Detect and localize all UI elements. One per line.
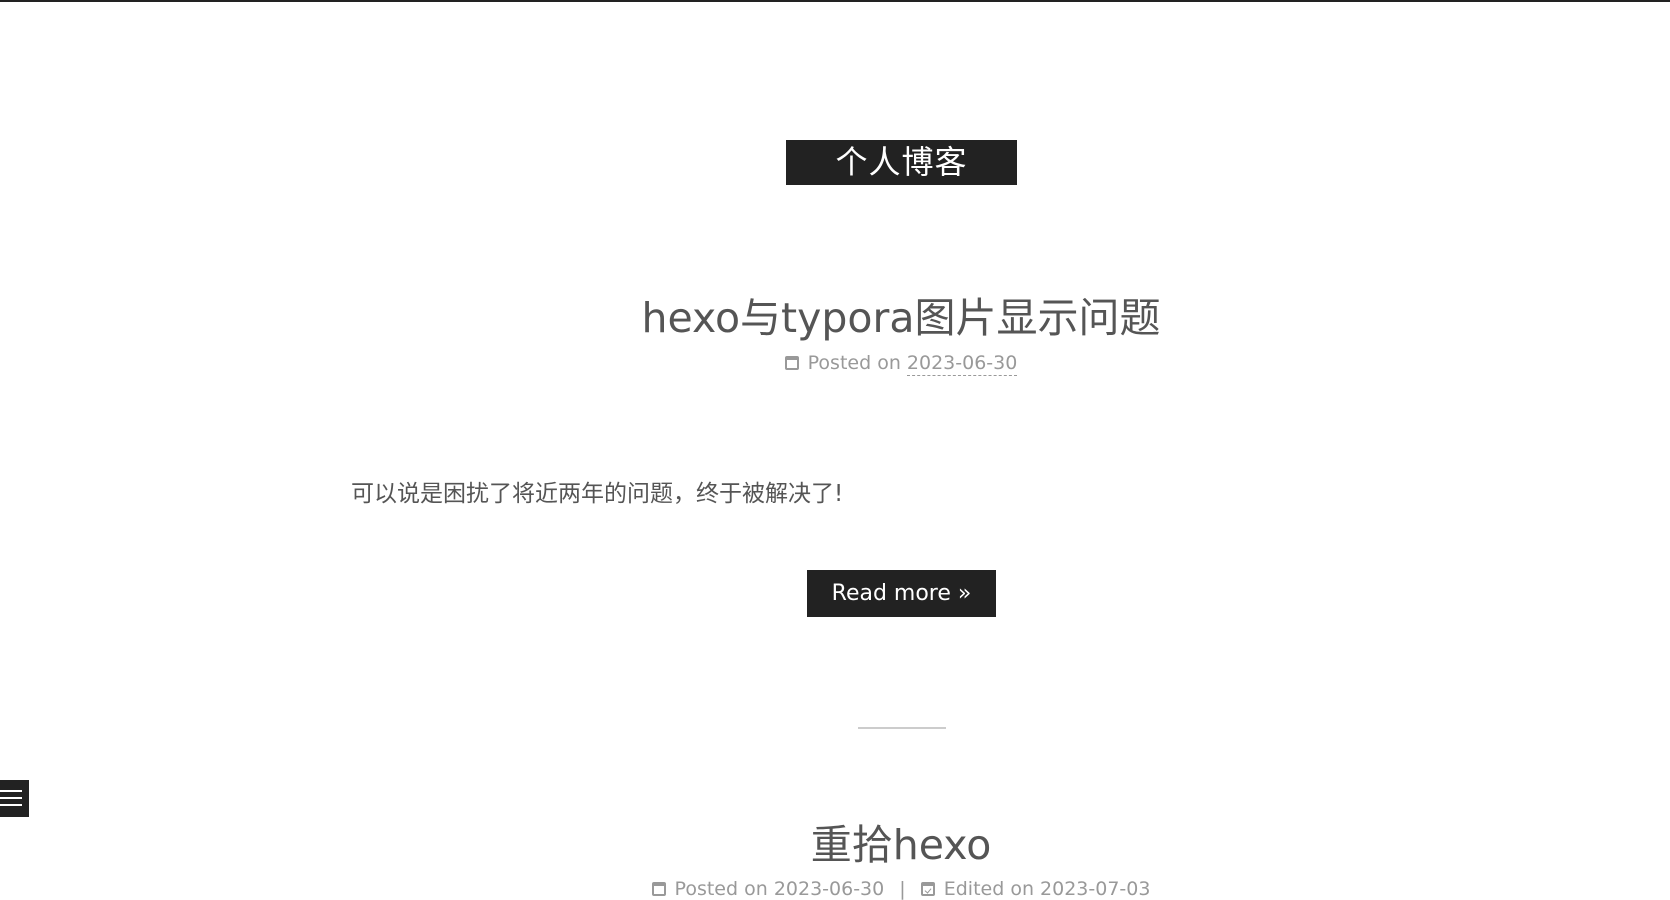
sidebar-toggle-button[interactable] bbox=[0, 780, 29, 817]
read-more-button[interactable]: Read more » bbox=[807, 570, 996, 617]
calendar-check-icon bbox=[920, 882, 935, 896]
post-separator bbox=[858, 727, 946, 729]
edited-date: 2023-07-03 bbox=[1040, 878, 1151, 900]
post-title-link[interactable]: hexo与typora图片显示问题 bbox=[0, 284, 1670, 344]
post-title-link[interactable]: 重拾hexo bbox=[0, 811, 1670, 871]
posted-on-label: Posted on bbox=[807, 352, 901, 374]
posted-date: 2023-06-30 bbox=[906, 352, 1018, 376]
calendar-icon bbox=[651, 882, 666, 896]
calendar-icon bbox=[784, 356, 799, 370]
posted-on-label: Posted on bbox=[674, 878, 768, 900]
site-title-link[interactable]: 个人博客 bbox=[786, 140, 1017, 185]
posted-date: 2023-06-30 bbox=[773, 878, 885, 900]
page-top-border bbox=[0, 0, 1670, 2]
edited-on-label: Edited on bbox=[943, 878, 1034, 900]
post-excerpt: 可以说是困扰了将近两年的问题，终于被解决了! bbox=[351, 481, 844, 507]
meta-divider: | bbox=[899, 878, 906, 900]
post-meta: Posted on 2023-06-30 bbox=[0, 352, 1670, 376]
post-meta: Posted on 2023-06-30 | Edited on 2023-07… bbox=[0, 878, 1670, 900]
